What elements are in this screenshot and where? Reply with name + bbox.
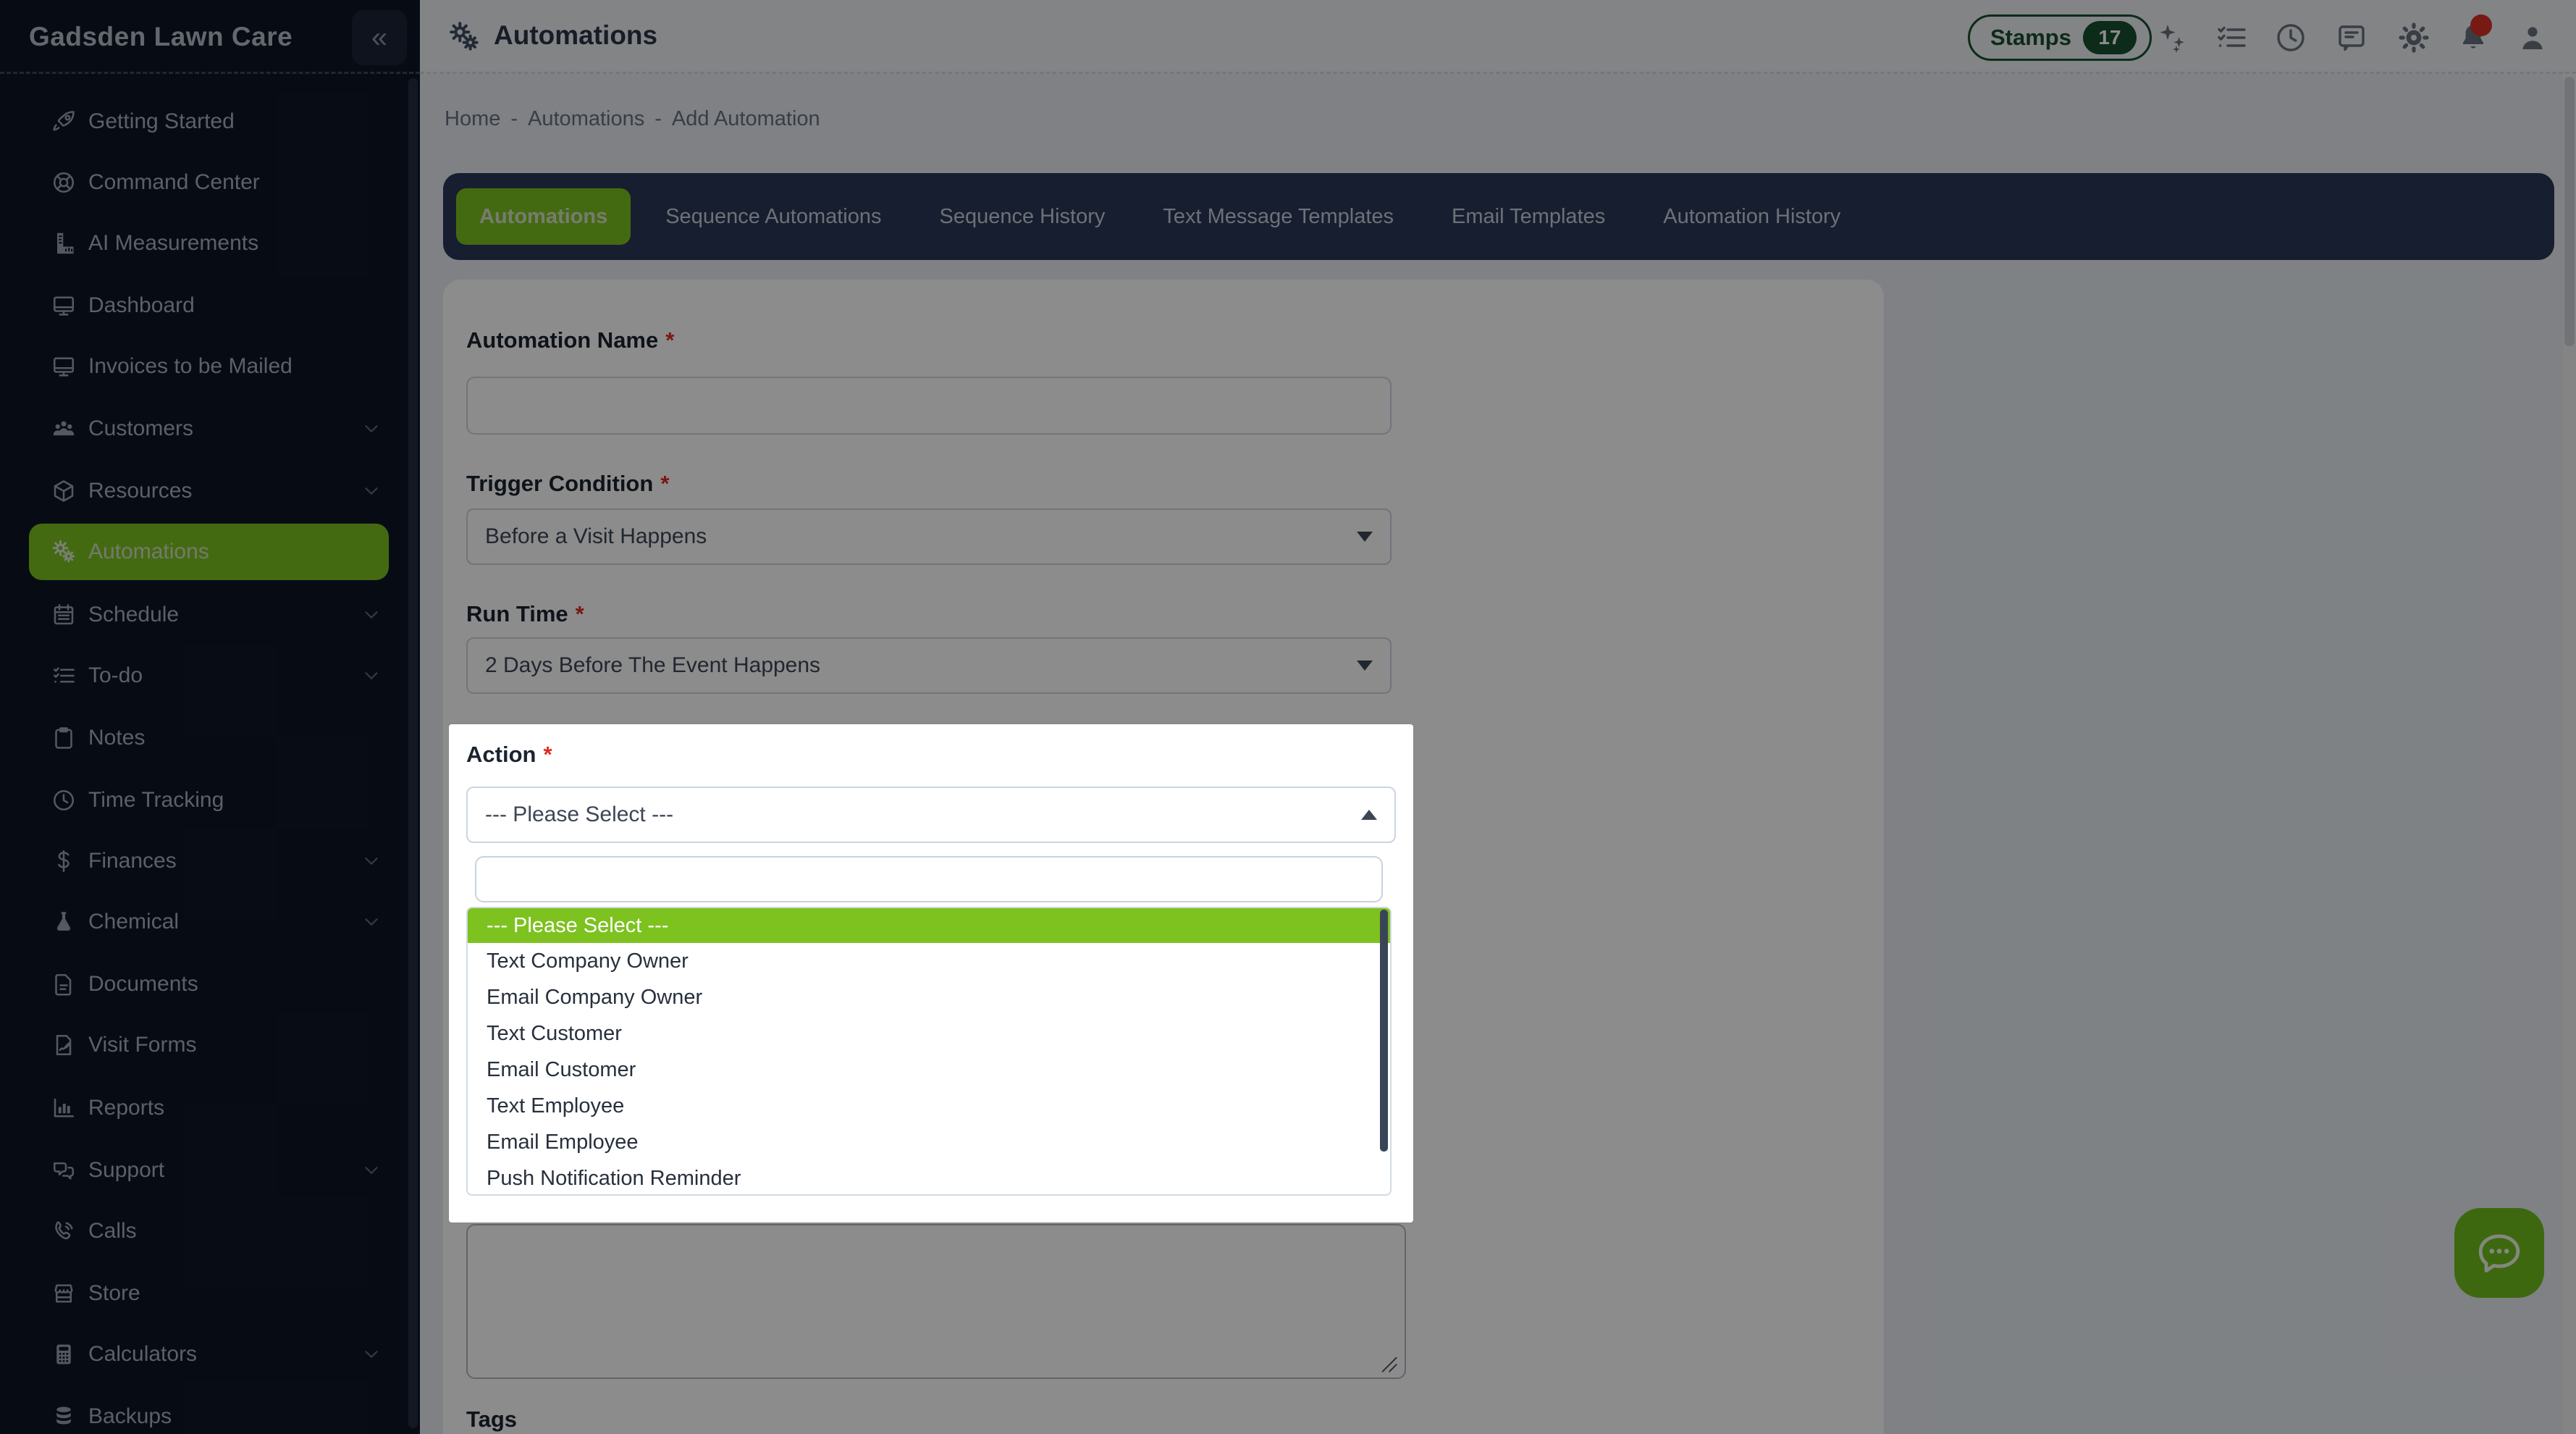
dropdown-option-email-employee[interactable]: Email Employee	[468, 1124, 1390, 1160]
action-select[interactable]: --- Please Select ---	[466, 787, 1396, 843]
action-label: Action*	[466, 742, 552, 768]
dropdown-option-text-customer[interactable]: Text Customer	[468, 1015, 1390, 1052]
required-asterisk: *	[543, 742, 552, 767]
dropdown-option-email-customer[interactable]: Email Customer	[468, 1052, 1390, 1088]
caret-up-icon	[1361, 810, 1377, 820]
dropdown-option-push-notification-reminder[interactable]: Push Notification Reminder	[468, 1160, 1390, 1196]
app-root: Gadsden Lawn Care « Getting Started Comm…	[0, 0, 2576, 1434]
dropdown-scrollbar-thumb[interactable]	[1380, 910, 1388, 1152]
action-search-input[interactable]	[475, 856, 1383, 902]
dropdown-option-email-company-owner[interactable]: Email Company Owner	[468, 979, 1390, 1015]
action-spotlight-panel: Action* --- Please Select --- --- Please…	[449, 724, 1413, 1223]
action-dropdown-list: --- Please Select --- Text Company Owner…	[466, 907, 1392, 1196]
dropdown-option-text-employee[interactable]: Text Employee	[468, 1088, 1390, 1124]
dropdown-option-text-company-owner[interactable]: Text Company Owner	[468, 943, 1390, 979]
dropdown-option-please-select[interactable]: --- Please Select ---	[468, 908, 1390, 943]
